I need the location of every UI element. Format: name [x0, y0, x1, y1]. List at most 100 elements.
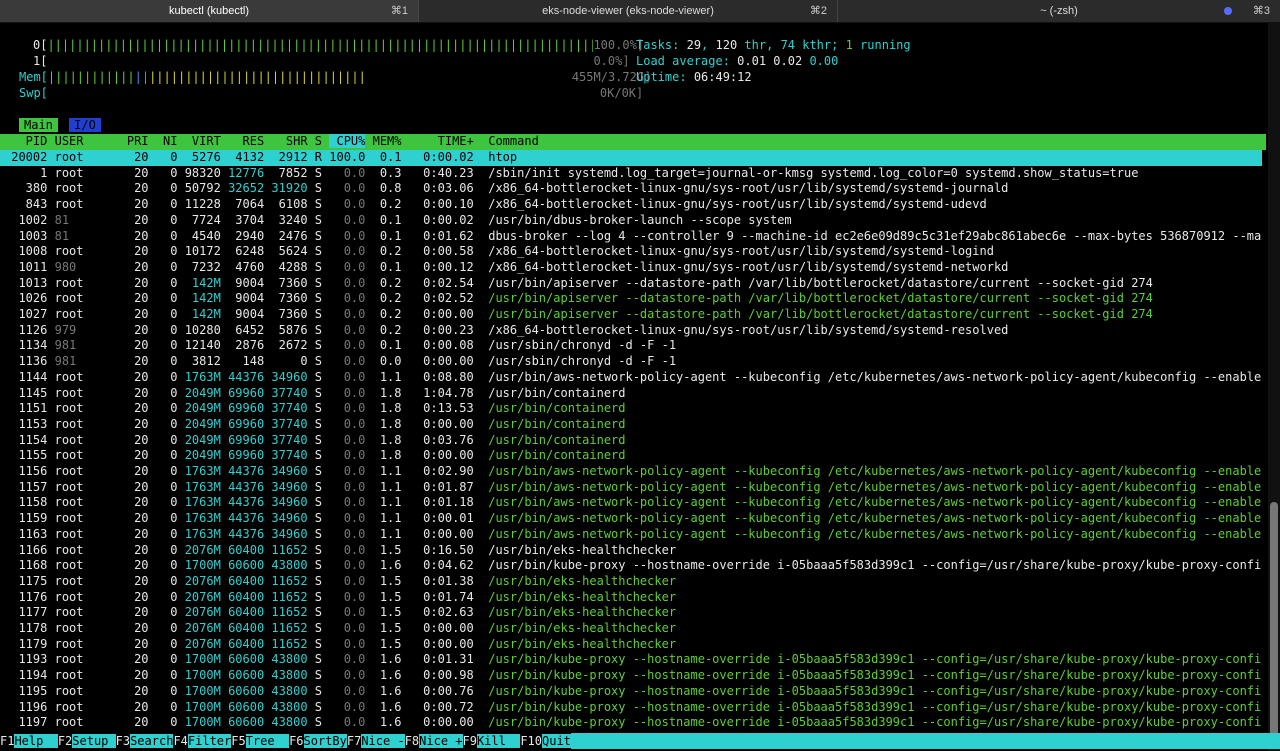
header-res[interactable]: RES	[228, 134, 265, 148]
fkey-f2[interactable]: F2	[57, 734, 73, 748]
cell-shr: 37740	[271, 385, 308, 400]
fkey-label[interactable]: Filter	[187, 734, 232, 748]
process-row[interactable]: 1027 root 20 0 142M 9004 7360 S 0.0 0.2 …	[0, 307, 1262, 323]
process-row[interactable]: 1153 root 20 0 2049M 69960 37740 S 0.0 1…	[0, 417, 1262, 433]
process-row[interactable]: 1177 root 20 0 2076M 60400 11652 S 0.0 1…	[0, 605, 1262, 621]
process-row[interactable]: 1 root 20 0 98320 12776 7852 S 0.0 0.3 0…	[0, 166, 1262, 182]
header-virt[interactable]: VIRT	[185, 134, 221, 148]
screen-tab-main[interactable]: Main	[19, 118, 58, 132]
fkey-label[interactable]: Search	[130, 734, 174, 748]
cell-ni: 0	[155, 369, 178, 384]
fkey-label[interactable]: Setup	[72, 734, 116, 748]
cell-shr: 43800	[271, 558, 308, 573]
cell-time: 0:00.00	[408, 621, 474, 635]
fkey-f4[interactable]: F4	[173, 734, 188, 748]
tab-kubectl[interactable]: kubectl (kubectl) ⌘1	[0, 0, 419, 22]
process-row[interactable]: 1013 root 20 0 142M 9004 7360 S 0.0 0.2 …	[0, 276, 1262, 292]
process-row[interactable]: 380 root 20 0 50792 32652 31920 S 0.0 0.…	[0, 181, 1262, 197]
process-row[interactable]: 1136 981 20 0 3812 148 0 S 0.0 0.0 0:00.…	[0, 354, 1262, 370]
header-cmd[interactable]: Command	[488, 134, 539, 148]
process-row[interactable]: 1163 root 20 0 1763M 44376 34960 S 0.0 1…	[0, 527, 1262, 543]
process-row[interactable]: 1178 root 20 0 2076M 60400 11652 S 0.0 1…	[0, 621, 1262, 637]
cell-pid: 1002	[4, 212, 48, 227]
screen-tab-io[interactable]: I/O	[69, 118, 101, 132]
process-row[interactable]: 1003 81 20 0 4540 2940 2476 S 0.0 0.1 0:…	[0, 229, 1262, 245]
header-time[interactable]: TIME+	[409, 134, 474, 148]
process-row[interactable]: 1157 root 20 0 1763M 44376 34960 S 0.0 1…	[0, 480, 1262, 496]
cell-cpu: 0.0	[329, 605, 366, 620]
process-row[interactable]: 20002 root 20 0 5276 4132 2912 R 100.0 0…	[0, 150, 1262, 166]
cell-ni: 0	[155, 259, 178, 274]
cell-user: root	[54, 401, 120, 416]
process-row[interactable]: 1175 root 20 0 2076M 60400 11652 S 0.0 1…	[0, 574, 1262, 590]
fkey-label[interactable]: Tree	[245, 734, 290, 748]
tab-eks-node-viewer[interactable]: eks-node-viewer (eks-node-viewer) ⌘2	[419, 0, 838, 22]
fkey-f6[interactable]: F6	[289, 734, 304, 748]
cell-user: root	[54, 589, 120, 604]
fkey-label[interactable]: Nice -	[361, 734, 405, 748]
process-row[interactable]: 1158 root 20 0 1763M 44376 34960 S 0.0 1…	[0, 495, 1262, 511]
cell-res: 60400	[228, 605, 265, 620]
process-row[interactable]: 1193 root 20 0 1700M 60600 43800 S 0.0 1…	[0, 652, 1262, 668]
fkey-f1[interactable]: F1	[0, 734, 15, 748]
cell-cmd: htop	[488, 150, 518, 164]
fkey-label[interactable]: Help	[14, 734, 58, 748]
process-row[interactable]: 1179 root 20 0 2076M 60400 11652 S 0.0 1…	[0, 637, 1262, 653]
process-row[interactable]: 843 root 20 0 11228 7064 6108 S 0.0 0.2 …	[0, 197, 1262, 213]
fkey-label[interactable]: SortBy	[303, 734, 347, 748]
process-row[interactable]: 1155 root 20 0 2049M 69960 37740 S 0.0 1…	[0, 448, 1262, 464]
process-row[interactable]: 1011 980 20 0 7232 4760 4288 S 0.0 0.1 0…	[0, 260, 1262, 276]
process-row[interactable]: 1002 81 20 0 7724 3704 3240 S 0.0 0.1 0:…	[0, 213, 1262, 229]
htop-terminal[interactable]: 0[||||||||||||||||||||||||||||||||||||||…	[0, 22, 1268, 751]
scrollbar-thumb[interactable]	[1270, 502, 1278, 742]
process-row[interactable]: 1166 root 20 0 2076M 60400 11652 S 0.0 1…	[0, 543, 1262, 559]
header-pri[interactable]: PRI	[127, 134, 149, 148]
header-shr[interactable]: SHR	[271, 134, 308, 148]
process-row[interactable]: 1008 root 20 0 10172 6248 5624 S 0.0 0.2…	[0, 244, 1262, 260]
cell-pri: 20	[126, 369, 149, 384]
process-row[interactable]: 1159 root 20 0 1763M 44376 34960 S 0.0 1…	[0, 511, 1262, 527]
cell-pid: 1168	[4, 558, 48, 573]
process-row[interactable]: 1154 root 20 0 2049M 69960 37740 S 0.0 1…	[0, 433, 1262, 449]
process-row[interactable]: 1176 root 20 0 2076M 60400 11652 S 0.0 1…	[0, 590, 1262, 606]
cell-cmd: /usr/bin/kube-proxy --hostname-override …	[488, 715, 1262, 730]
process-row[interactable]: 1134 981 20 0 12140 2876 2672 S 0.0 0.1 …	[0, 338, 1262, 354]
process-row[interactable]: 1145 root 20 0 2049M 69960 37740 S 0.0 1…	[0, 386, 1262, 402]
fkey-f5[interactable]: F5	[231, 734, 246, 748]
process-row[interactable]: 1168 root 20 0 1700M 60600 43800 S 0.0 1…	[0, 558, 1262, 574]
fkey-f8[interactable]: F8	[404, 734, 420, 748]
process-row[interactable]: 1126 979 20 0 10280 6452 5876 S 0.0 0.2 …	[0, 323, 1262, 339]
process-row[interactable]: 1197 root 20 0 1700M 60600 43800 S 0.0 1…	[0, 715, 1262, 731]
header-pid[interactable]: PID	[4, 134, 48, 148]
scrollbar[interactable]	[1268, 22, 1280, 751]
process-row[interactable]: 1196 root 20 0 1700M 60600 43800 S 0.0 1…	[0, 700, 1262, 716]
fkey-f10[interactable]: F10	[520, 734, 542, 748]
cell-cpu: 0.0	[329, 212, 366, 227]
cell-user: root	[54, 432, 120, 447]
cell-cpu: 0.0	[329, 589, 366, 604]
process-row[interactable]: 1156 root 20 0 1763M 44376 34960 S 0.0 1…	[0, 464, 1262, 480]
fkey-f9[interactable]: F9	[462, 734, 477, 748]
header-s[interactable]: S	[315, 134, 322, 148]
cell-cpu: 0.0	[329, 401, 366, 416]
process-row[interactable]: 1026 root 20 0 142M 9004 7360 S 0.0 0.2 …	[0, 291, 1262, 307]
column-header[interactable]: PID USER PRI NI VIRT RES SHR S CPU% MEM%…	[0, 134, 1266, 150]
fkey-label[interactable]: Nice +	[419, 734, 463, 748]
fkey-f7[interactable]: F7	[346, 734, 362, 748]
header-mem[interactable]: MEM%	[365, 134, 402, 148]
cpu0-meter: 0[||||||||||||||||||||||||||||||||||||||…	[33, 38, 645, 52]
cell-pri: 20	[126, 715, 149, 730]
header-cpu[interactable]: CPU%	[329, 134, 366, 148]
tab-zsh[interactable]: ~ (-zsh) ⌘3	[838, 0, 1280, 22]
cell-cpu: 100.0	[329, 150, 366, 164]
fkey-f3[interactable]: F3	[115, 734, 131, 748]
process-row[interactable]: 1194 root 20 0 1700M 60600 43800 S 0.0 1…	[0, 668, 1262, 684]
process-row[interactable]: 1195 root 20 0 1700M 60600 43800 S 0.0 1…	[0, 684, 1262, 700]
fkey-label[interactable]: Quit	[542, 734, 571, 748]
cell-virt: 1763M	[184, 526, 221, 541]
process-row[interactable]: 1144 root 20 0 1763M 44376 34960 S 0.0 1…	[0, 370, 1262, 386]
process-row[interactable]: 1151 root 20 0 2049M 69960 37740 S 0.0 1…	[0, 401, 1262, 417]
fkey-label[interactable]: Kill	[476, 734, 521, 748]
header-ni[interactable]: NI	[156, 134, 177, 148]
header-user[interactable]: USER	[55, 134, 120, 148]
